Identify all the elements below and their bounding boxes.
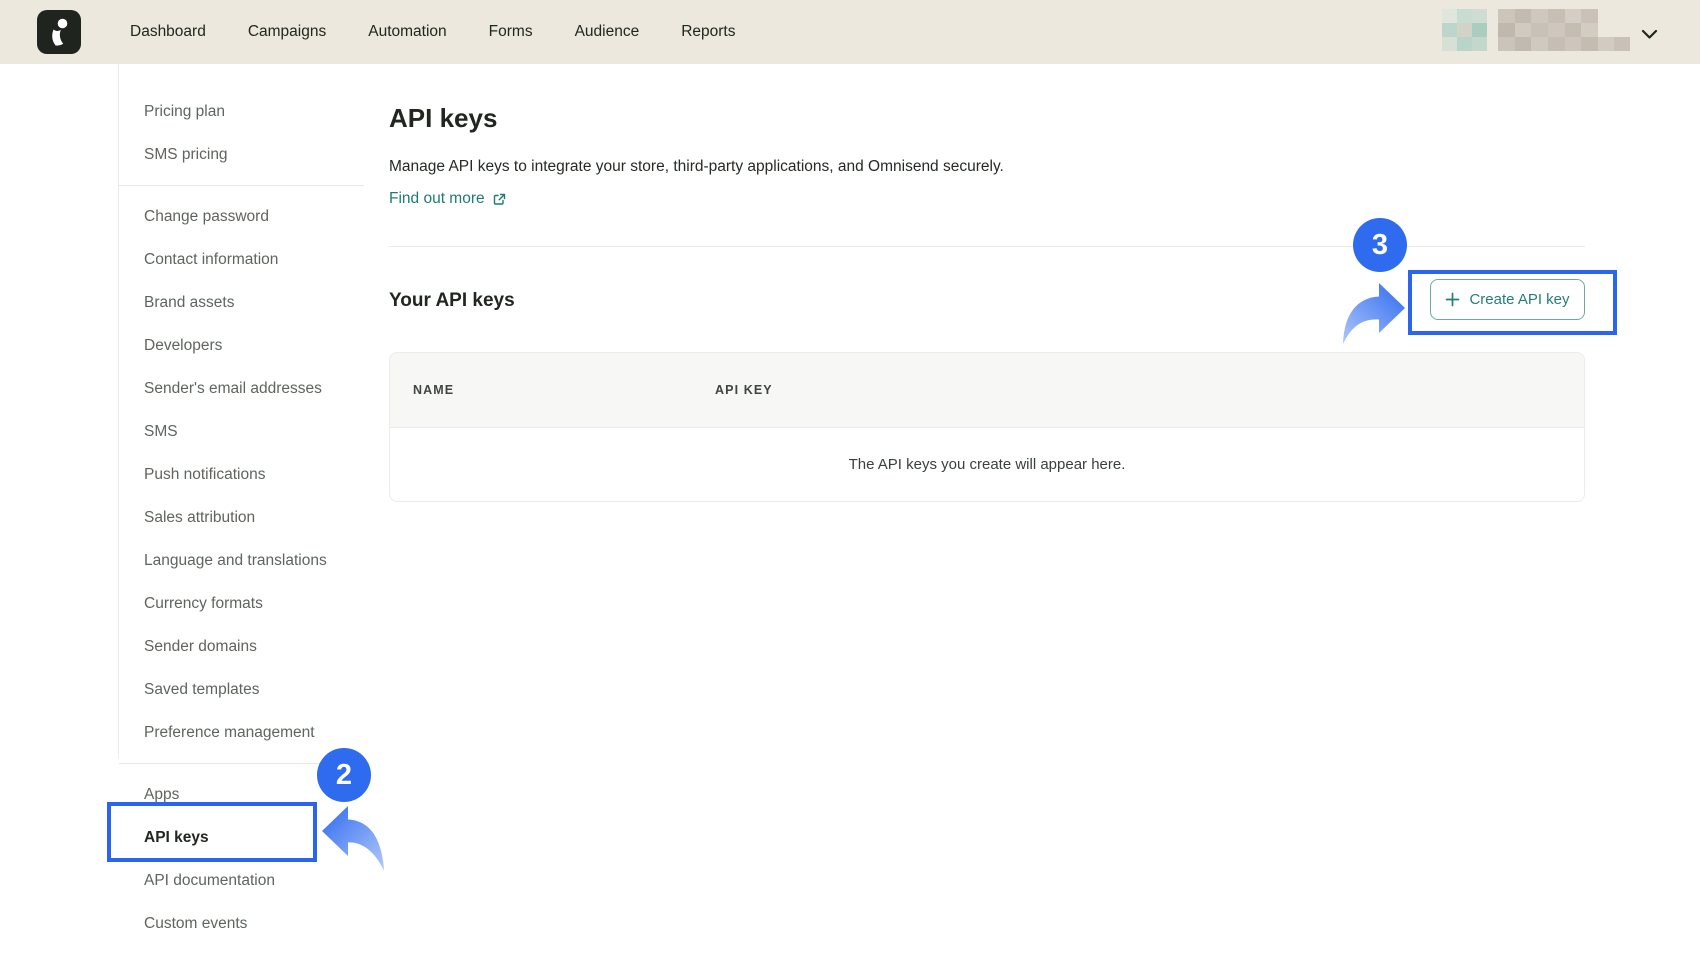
pixel-cell	[1498, 23, 1515, 37]
external-link-icon	[492, 192, 507, 207]
page-title: API keys	[389, 103, 497, 133]
pixel-cell	[1548, 37, 1565, 51]
chevron-down-icon[interactable]	[1641, 27, 1658, 38]
sidebar-item-senders-email-addresses[interactable]: Sender's email addresses	[119, 367, 364, 410]
sidebar-item-language-and-translations[interactable]: Language and translations	[119, 539, 364, 582]
pixel-cell	[1531, 23, 1548, 37]
nav-automation[interactable]: Automation	[368, 23, 446, 41]
pixel-cell	[1548, 9, 1565, 23]
pixel-cell	[1531, 37, 1548, 51]
pixel-cell	[1515, 9, 1532, 23]
step-2-badge: 2	[317, 748, 371, 802]
pixel-cell	[1472, 23, 1487, 37]
pixel-cell	[1457, 37, 1472, 51]
pixel-cell	[1565, 37, 1582, 51]
create-api-key-button[interactable]: Create API key	[1430, 279, 1585, 320]
api-keys-table: NAME API KEY The API keys you create wil…	[389, 352, 1585, 502]
nav-audience[interactable]: Audience	[575, 23, 640, 41]
nav-dashboard[interactable]: Dashboard	[130, 23, 206, 41]
user-avatar[interactable]	[1442, 9, 1487, 51]
column-header-api-key: API KEY	[715, 383, 773, 397]
step-3-badge: 3	[1353, 218, 1407, 272]
create-api-key-label: Create API key	[1469, 291, 1569, 308]
sidebar-item-custom-events[interactable]: Custom events	[119, 902, 364, 945]
pixel-cell	[1565, 9, 1582, 23]
sidebar-item-sales-attribution[interactable]: Sales attribution	[119, 496, 364, 539]
user-name-blurred	[1498, 9, 1598, 51]
nav-forms[interactable]: Forms	[489, 23, 533, 41]
sidebar-item-pricing-plan[interactable]: Pricing plan	[119, 90, 364, 133]
sidebar-item-contact-information[interactable]: Contact information	[119, 238, 364, 281]
sidebar-item-preference-management[interactable]: Preference management	[119, 711, 364, 754]
table-empty-row: The API keys you create will appear here…	[390, 428, 1584, 501]
pixel-cell	[1515, 37, 1532, 51]
find-out-more-link[interactable]: Find out more	[389, 190, 507, 208]
plus-icon	[1445, 292, 1460, 307]
pixel-cell	[1581, 23, 1598, 37]
pixel-cell	[1581, 9, 1598, 23]
pixel-cell	[1515, 23, 1532, 37]
pixel-cell	[1548, 23, 1565, 37]
pixel-cell	[1581, 37, 1598, 51]
column-header-name: NAME	[390, 383, 715, 397]
nav-reports[interactable]: Reports	[681, 23, 735, 41]
divider	[119, 185, 364, 186]
primary-nav: Dashboard Campaigns Automation Forms Aud…	[130, 0, 736, 64]
omnisend-logo[interactable]	[37, 10, 81, 54]
pixel-cell	[1531, 9, 1548, 23]
pixel-cell	[1472, 9, 1487, 23]
pixel-cell	[1598, 37, 1614, 51]
section-title: Your API keys	[389, 289, 515, 313]
nav-campaigns[interactable]: Campaigns	[248, 23, 326, 41]
pixel-cell	[1457, 9, 1472, 23]
top-navigation-bar: Dashboard Campaigns Automation Forms Aud…	[0, 0, 1700, 64]
table-header-row: NAME API KEY	[390, 353, 1584, 428]
page-description: Manage API keys to integrate your store,…	[389, 157, 1004, 176]
pixel-cell	[1614, 37, 1630, 51]
user-name-blurred-extra	[1598, 37, 1630, 51]
pixel-cell	[1498, 9, 1515, 23]
tutorial-highlight-box-api-keys	[107, 802, 317, 862]
sidebar-item-brand-assets[interactable]: Brand assets	[119, 281, 364, 324]
pixel-cell	[1442, 23, 1457, 37]
sidebar-item-sender-domains[interactable]: Sender domains	[119, 625, 364, 668]
sidebar-item-sms[interactable]: SMS	[119, 410, 364, 453]
step-3-arrow-icon	[1333, 278, 1407, 352]
main-content: API keys Manage API keys to integrate yo…	[389, 64, 1585, 964]
sidebar-item-saved-templates[interactable]: Saved templates	[119, 668, 364, 711]
pixel-cell	[1472, 37, 1487, 51]
find-out-more-label: Find out more	[389, 190, 485, 208]
pixel-cell	[1498, 37, 1515, 51]
sidebar-item-sms-pricing[interactable]: SMS pricing	[119, 133, 364, 176]
omnisend-logo-glyph	[37, 10, 81, 54]
pixel-cell	[1457, 23, 1472, 37]
empty-state-text: The API keys you create will appear here…	[849, 456, 1126, 473]
sidebar-item-change-password[interactable]: Change password	[119, 195, 364, 238]
sidebar-item-currency-formats[interactable]: Currency formats	[119, 582, 364, 625]
sidebar-item-push-notifications[interactable]: Push notifications	[119, 453, 364, 496]
pixel-cell	[1442, 37, 1457, 51]
sidebar-item-developers[interactable]: Developers	[119, 324, 364, 367]
pixel-cell	[1442, 9, 1457, 23]
pixel-cell	[1565, 23, 1582, 37]
step-2-arrow-icon	[320, 801, 392, 879]
